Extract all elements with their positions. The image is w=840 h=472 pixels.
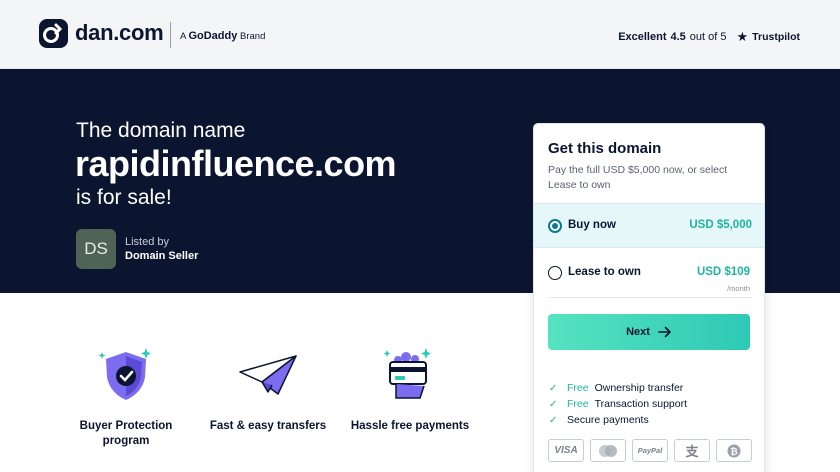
brand-suffix: Brand (240, 31, 266, 42)
brand-prefix: A (180, 31, 186, 42)
option-lease-period: /month (727, 284, 750, 293)
godaddy-brand: A GoDaddy Brand (180, 30, 265, 42)
visa-icon: VISA (548, 439, 584, 462)
listed-by-label: Listed by (125, 236, 170, 248)
free-label: Free (567, 398, 589, 410)
radio-buy-now[interactable] (548, 219, 562, 233)
check-icon: ✓ (549, 414, 558, 426)
free-label: Free (567, 382, 589, 394)
next-label: Next (626, 326, 650, 338)
option-buy-label: Buy now (568, 219, 616, 231)
mastercard-icon (590, 439, 626, 462)
domain-name: rapidinfluence.com (75, 143, 397, 184)
paypal-text: PayPal (637, 446, 663, 455)
svg-text:₿: ₿ (730, 446, 737, 456)
check-icon: ✓ (549, 398, 558, 410)
hero-intro: The domain name (76, 119, 246, 142)
rating-outof: out of 5 (689, 31, 727, 43)
option-lease-label: Lease to own (568, 266, 641, 278)
trustpilot-name: Trustpilot (752, 31, 800, 43)
seller-avatar: DS (76, 229, 116, 269)
purchase-card: Get this domain Pay the full USD $5,000 … (533, 123, 765, 472)
feature-buyer-protection-label: Buyer Protection program (79, 420, 173, 447)
list-item: ✓ Secure payments (549, 412, 687, 428)
rating-score: 4.5 (670, 31, 686, 43)
arrow-right-icon (658, 326, 671, 338)
feature-text: Transaction support (594, 398, 688, 410)
logo-text[interactable]: dan.com (75, 20, 164, 46)
card-subtitle: Pay the full USD $5,000 now, or select L… (548, 164, 728, 191)
check-icon: ✓ (549, 382, 558, 394)
brand-name: GoDaddy (188, 30, 238, 42)
next-button[interactable]: Next (548, 314, 750, 350)
radio-lease-to-own[interactable] (548, 266, 562, 280)
trustpilot-star-icon: ★ (736, 29, 749, 44)
visa-text: VISA (554, 445, 578, 456)
feature-text: Ownership transfer (594, 382, 684, 394)
paper-plane-icon (239, 355, 297, 395)
alipay-icon: 支 (674, 439, 710, 462)
site-header: dan.com A GoDaddy Brand Excellent 4.5 ou… (0, 0, 840, 69)
dan-logo-icon[interactable] (39, 19, 68, 48)
feature-fast-transfers-label: Fast & easy transfers (209, 420, 327, 432)
list-item: ✓ Free Ownership transfer (549, 380, 687, 396)
option-buy-price: USD $5,000 (689, 219, 752, 231)
option-buy-now[interactable]: Buy now USD $5,000 (534, 203, 764, 248)
header-divider (170, 22, 171, 48)
feature-hassle-free-label: Hassle free payments (350, 420, 470, 432)
shield-check-icon (98, 348, 151, 400)
bitcoin-icon: ₿ (716, 439, 752, 462)
rating-label: Excellent (618, 31, 667, 43)
option-lease-price: USD $109 (696, 266, 750, 278)
hero-forsale: is for sale! (76, 186, 172, 209)
paypal-icon: PayPal (632, 439, 668, 462)
payment-methods: VISA PayPal 支 ₿ (548, 439, 752, 462)
card-feature-list: ✓ Free Ownership transfer ✓ Free Transac… (549, 380, 687, 428)
card-title: Get this domain (548, 140, 662, 157)
card-hand-icon (383, 348, 431, 399)
list-item: ✓ Free Transaction support (549, 396, 687, 412)
trustpilot-rating[interactable]: Excellent 4.5 out of 5 ★ Trustpilot (618, 29, 800, 45)
seller-name: Domain Seller (125, 250, 199, 262)
feature-text: Secure payments (567, 414, 649, 426)
card-divider (548, 297, 752, 298)
